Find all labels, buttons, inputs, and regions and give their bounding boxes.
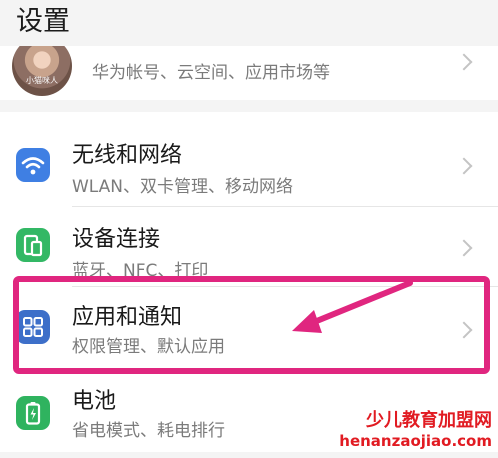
watermark-title: 少儿教育加盟网	[366, 410, 492, 431]
watermark: 少儿教育加盟网 henanzaojiao.com	[339, 410, 492, 450]
watermark-url: henanzaojiao.com	[339, 432, 492, 450]
annotation-arrow	[292, 280, 413, 333]
